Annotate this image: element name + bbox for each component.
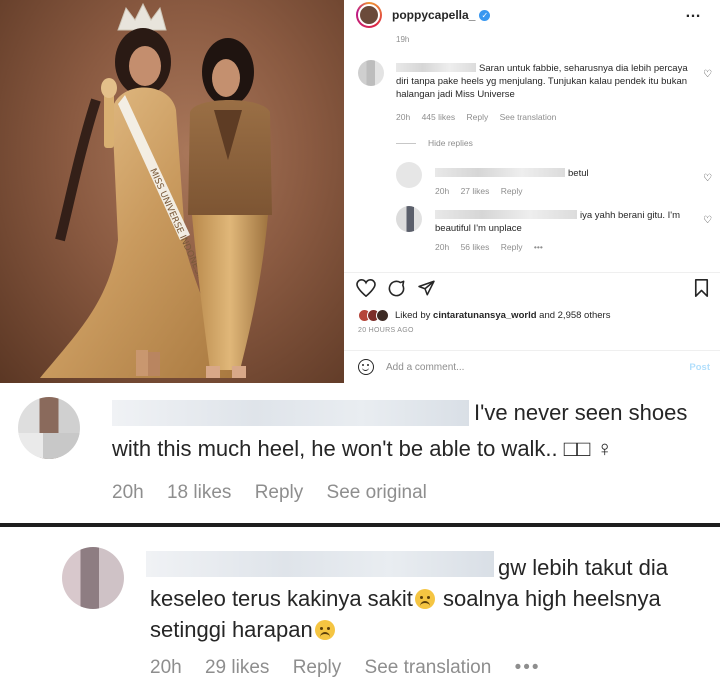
see-translation-link[interactable]: See translation xyxy=(500,112,557,122)
add-comment-input[interactable] xyxy=(386,361,666,373)
more-options-icon[interactable]: ••• xyxy=(515,657,541,678)
comment-likes[interactable]: 445 likes xyxy=(422,112,456,122)
comments-list[interactable]: 19h Saran untuk fabbie, seharusnya dia l… xyxy=(344,30,720,268)
reply-button[interactable]: Reply xyxy=(501,186,523,196)
reply-time: 20h xyxy=(435,242,450,252)
reply-avatar[interactable] xyxy=(396,162,422,188)
photo-illustration: MISS UNIVERSE INDONESIA 2022 xyxy=(40,2,272,378)
post-button[interactable]: Post xyxy=(689,362,710,373)
profile-avatar[interactable] xyxy=(356,2,382,28)
liked-by-prefix: Liked by xyxy=(395,310,431,321)
post-actions-bar xyxy=(344,272,720,302)
share-icon[interactable] xyxy=(417,279,436,297)
comment-likes[interactable]: 29 likes xyxy=(205,657,269,678)
heart-icon[interactable] xyxy=(356,279,376,297)
post-age: 20 HOURS AGO xyxy=(358,327,414,334)
liker-avatars xyxy=(358,309,389,322)
heart-icon[interactable]: ♡ xyxy=(703,214,712,227)
bookmark-icon[interactable] xyxy=(694,279,709,297)
zoomed-comment-1: I've never seen shoes with this much hee… xyxy=(0,383,720,523)
liked-by-count[interactable]: and 2,958 others xyxy=(539,310,610,321)
reply-text: betul xyxy=(435,167,589,180)
comment-segment: keseleo terus kakinya sakit xyxy=(150,586,413,611)
comment-line-2: keseleo terus kakinya sakit soalnya high… xyxy=(150,582,661,616)
comment-line-2: with this much heel, he won't be able to… xyxy=(112,436,613,461)
heart-icon[interactable]: ♡ xyxy=(703,172,712,185)
reply-button[interactable]: Reply xyxy=(293,657,342,678)
worried-face-icon xyxy=(314,620,335,640)
reply-text: iya yahh berani gitu. I'm beautiful I'm … xyxy=(435,209,685,235)
commenter-avatar[interactable] xyxy=(18,397,80,459)
comment-line-1: gw lebih takut dia xyxy=(498,555,668,580)
worried-face-icon xyxy=(414,589,435,609)
see-translation-link[interactable]: See translation xyxy=(365,657,492,678)
post-header: poppycapella_ ✓ … xyxy=(344,0,720,30)
comment-time: 20h xyxy=(150,657,182,678)
blurred-username xyxy=(435,210,577,219)
instagram-post-screenshot: MISS UNIVERSE INDONESIA 2022 poppycapell… xyxy=(0,0,720,383)
commenter-avatar[interactable] xyxy=(62,547,124,609)
comment-meta: 20h 29 likes Reply See translation ••• xyxy=(150,657,559,679)
reply-body: betul xyxy=(568,168,589,179)
heart-icon[interactable]: ♡ xyxy=(703,68,712,81)
more-icon[interactable]: … xyxy=(685,4,702,22)
reply-likes[interactable]: 27 likes xyxy=(461,186,490,196)
more-options-icon[interactable]: ••• xyxy=(534,242,543,252)
truncated-timestamp: 19h xyxy=(396,35,410,44)
see-original-link[interactable]: See original xyxy=(327,482,427,503)
comment-likes[interactable]: 18 likes xyxy=(167,482,231,503)
username-text[interactable]: poppycapella_ xyxy=(392,8,475,22)
comment-text: Saran untuk fabbie, seharusnya dia lebih… xyxy=(396,62,691,101)
hide-replies-label[interactable]: Hide replies xyxy=(428,137,473,150)
liked-by-user[interactable]: cintaratunansya_world xyxy=(433,310,536,321)
reply-button[interactable]: Reply xyxy=(501,242,523,252)
post-photo: MISS UNIVERSE INDONESIA 2022 xyxy=(0,0,344,383)
blurred-username xyxy=(146,551,494,577)
comment-line-1: I've never seen shoes xyxy=(474,400,688,425)
add-comment-bar: Post xyxy=(344,350,720,383)
comment-meta: 20h 18 likes Reply See original xyxy=(112,482,445,504)
blurred-username xyxy=(435,168,565,177)
verified-icon: ✓ xyxy=(479,10,491,21)
post-side-panel: poppycapella_ ✓ … 19h Saran untuk fabbie,… xyxy=(344,0,720,383)
hide-replies-toggle[interactable]: Hide replies xyxy=(396,137,473,150)
reply-meta: 20h 56 likes Reply ••• xyxy=(435,241,552,254)
comment-meta: 20h 445 likes Reply See translation xyxy=(396,111,565,124)
reply-meta: 20h 27 likes Reply xyxy=(435,185,532,198)
commenter-avatar[interactable] xyxy=(358,60,384,86)
zoomed-comment-2: gw lebih takut dia keseleo terus kakinya… xyxy=(0,527,720,683)
reply-button[interactable]: Reply xyxy=(467,112,489,122)
post-username[interactable]: poppycapella_ ✓ xyxy=(392,8,491,22)
blurred-username xyxy=(112,400,469,426)
comment-icon[interactable] xyxy=(387,279,406,298)
comment-segment: soalnya high heelsnya xyxy=(443,586,661,611)
comment-segment: setinggi harapan xyxy=(150,617,313,642)
emoji-icon[interactable] xyxy=(358,359,374,375)
comment-time: 20h xyxy=(396,112,411,122)
reply-likes[interactable]: 56 likes xyxy=(461,242,490,252)
blurred-username xyxy=(396,63,476,72)
reply-avatar[interactable] xyxy=(396,206,422,232)
reply-time: 20h xyxy=(435,186,450,196)
comment-time: 20h xyxy=(112,482,144,503)
reply-button[interactable]: Reply xyxy=(255,482,304,503)
liked-by-line[interactable]: Liked by cintaratunansya_world and 2,958… xyxy=(358,309,610,322)
comment-line-3: setinggi harapan xyxy=(150,613,337,647)
